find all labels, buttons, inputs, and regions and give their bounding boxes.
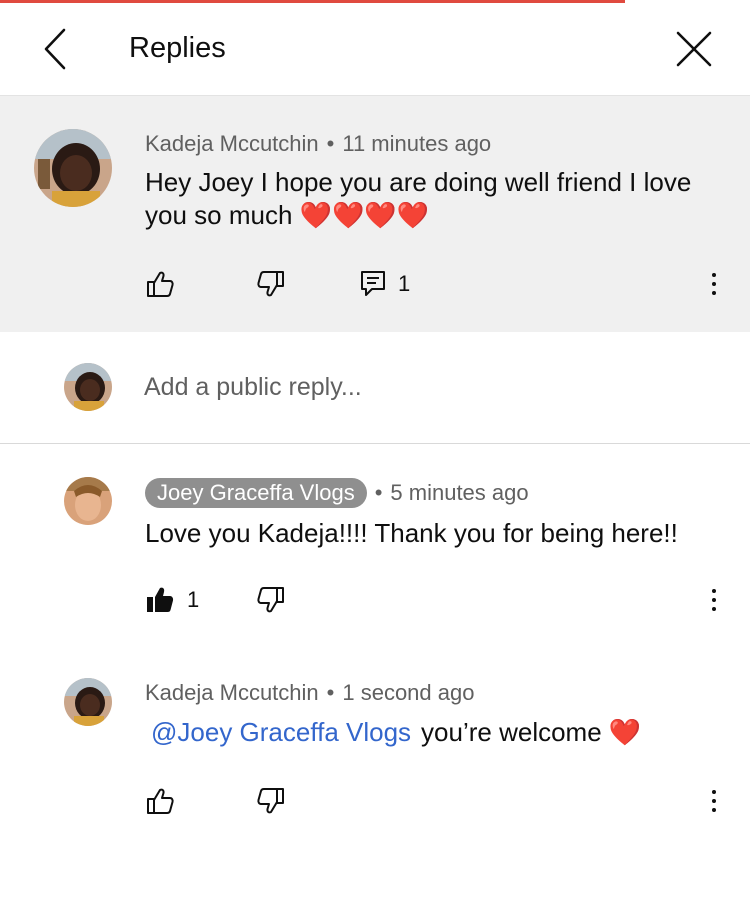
more-vertical-icon[interactable] (704, 580, 724, 620)
meta-separator: • (326, 680, 335, 705)
comment-time: 5 minutes ago (390, 480, 529, 505)
thumbs-down-icon (257, 271, 284, 297)
meta-separator: • (374, 480, 383, 505)
comment-icon (361, 271, 385, 296)
thumbs-down-icon (257, 788, 284, 814)
thumbs-up-icon (147, 271, 174, 297)
comment-time: 1 second ago (342, 680, 475, 705)
comment-meta: Joey Graceffa Vlogs • 5 minutes ago (145, 478, 529, 508)
chevron-left-icon (44, 28, 66, 70)
reply-composer (0, 332, 750, 444)
reply-input[interactable] (144, 370, 704, 404)
back-button[interactable] (38, 26, 74, 72)
page-title: Replies (129, 32, 226, 64)
comment-meta: Kadeja Mccutchin • 11 minutes ago (145, 131, 491, 157)
dislike-button[interactable] (256, 264, 286, 304)
close-button[interactable] (672, 27, 716, 71)
avatar[interactable] (64, 477, 112, 525)
header: Replies (0, 0, 750, 96)
parent-comment: Kadeja Mccutchin • 11 minutes ago Hey Joey… (0, 96, 750, 332)
comment-actions: 1 (0, 580, 750, 620)
comment-text: @Joey Graceffa Vlogs you’re welcome ❤️ (145, 716, 725, 750)
close-icon (676, 31, 712, 67)
like-button[interactable]: 1 (145, 580, 199, 620)
reply-count: 1 (398, 271, 411, 296)
comment-text-body: you’re welcome (421, 717, 602, 747)
creator-badge[interactable]: Joey Graceffa Vlogs (145, 478, 367, 508)
thumbs-up-filled-icon (147, 587, 174, 612)
heart-emoji: ❤️ (608, 718, 642, 748)
comment-time: 11 minutes ago (342, 131, 492, 156)
comment-text: Love you Kadeja!!!! Thank you for being … (145, 518, 678, 548)
mention-link[interactable]: @Joey Graceffa Vlogs (151, 717, 411, 747)
comment-author[interactable]: Kadeja Mccutchin (145, 680, 319, 705)
reply-count-button[interactable]: 1 (360, 264, 410, 304)
comment-actions: 1 (0, 264, 750, 304)
heart-emoji: ❤️❤️❤️❤️ (299, 201, 430, 231)
like-count: 1 (187, 587, 200, 612)
avatar (64, 363, 112, 411)
comment-actions (0, 781, 750, 821)
like-button[interactable] (145, 264, 175, 304)
avatar[interactable] (34, 129, 112, 207)
dislike-button[interactable] (256, 781, 286, 821)
more-vertical-icon[interactable] (704, 264, 724, 304)
thumbs-up-icon (147, 788, 174, 814)
more-vertical-icon[interactable] (704, 781, 724, 821)
comment-meta: Kadeja Mccutchin • 1 second ago (145, 680, 474, 706)
comment-text: Hey Joey I hope you are doing well frien… (145, 166, 705, 233)
like-button[interactable] (145, 781, 175, 821)
dislike-button[interactable] (256, 580, 286, 620)
thumbs-down-icon (257, 587, 284, 613)
meta-separator: • (326, 131, 335, 156)
comment-author[interactable]: Kadeja Mccutchin (145, 131, 319, 156)
avatar[interactable] (64, 678, 112, 726)
